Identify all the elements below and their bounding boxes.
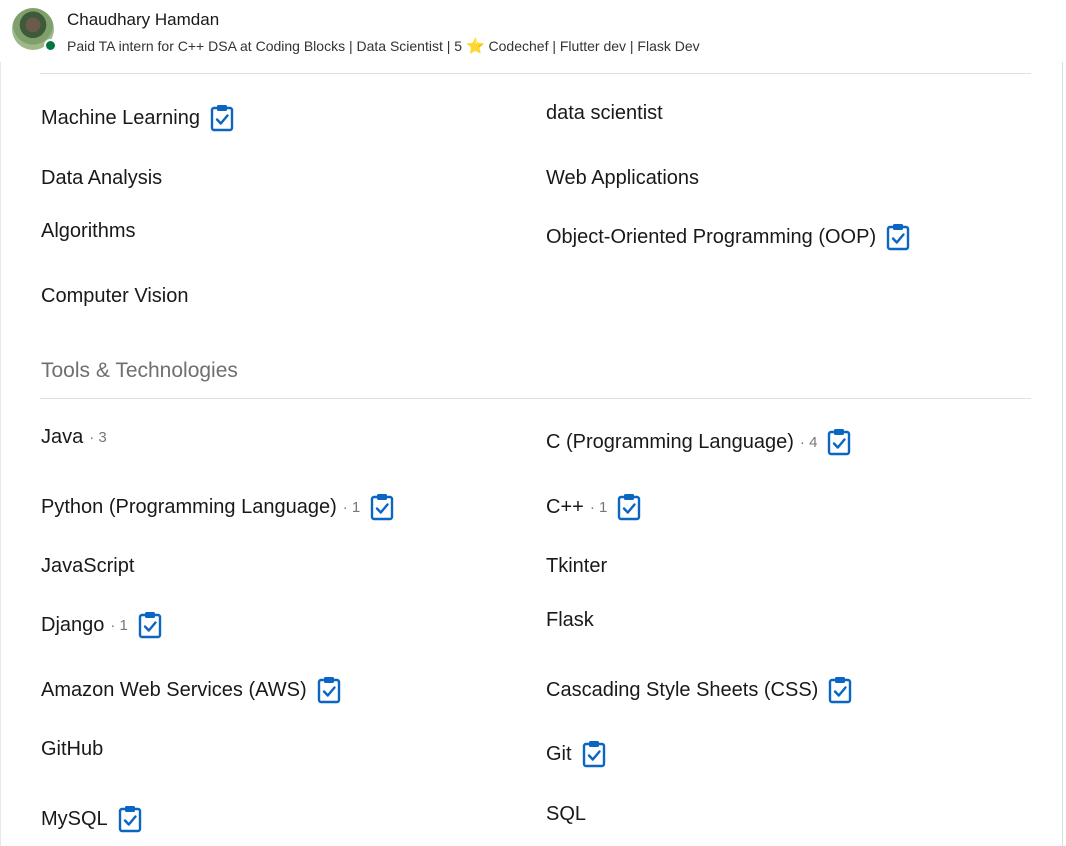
skill-java[interactable]: Java · 3: [41, 426, 107, 449]
endorsement-count: · 1: [110, 616, 128, 634]
skill-javascript[interactable]: JavaScript: [41, 555, 134, 578]
skill-label: Web Applications: [546, 167, 700, 189]
skill-label: Object-Oriented Programming (OOP): [546, 225, 877, 248]
skill-django[interactable]: Django · 1: [41, 611, 162, 639]
skill-computer-vision[interactable]: Computer Vision: [41, 285, 188, 308]
clipboard-check-icon: [138, 611, 162, 639]
skill-label: Algorithms: [41, 220, 136, 242]
skills-card: Machine Learning data scientist Data Ana…: [0, 62, 1063, 846]
endorsement-count: · 1: [342, 498, 361, 516]
skill-github[interactable]: GitHub: [41, 738, 103, 761]
skill-c-language[interactable]: C (Programming Language) · 4: [546, 428, 851, 456]
profile-headline: Paid TA intern for C++ DSA at Coding Blo…: [67, 37, 700, 55]
endorsement-count: · 4: [799, 433, 818, 451]
skill-label: data scientist: [546, 102, 663, 124]
skill-label: JavaScript: [41, 555, 135, 577]
skill-label: SQL: [546, 803, 587, 825]
clipboard-check-icon: [827, 428, 851, 456]
skill-web-applications[interactable]: Web Applications: [546, 167, 699, 190]
clipboard-check-icon: [317, 676, 341, 704]
skill-sql[interactable]: SQL: [546, 803, 586, 826]
headline-text-end: Codechef | Flutter dev | Flask Dev: [488, 38, 700, 54]
clipboard-check-icon: [370, 493, 394, 521]
skill-label: MySQL: [41, 807, 108, 830]
skill-label: C (Programming Language): [546, 430, 794, 453]
star-icon: ⭐: [465, 38, 485, 55]
skill-tkinter[interactable]: Tkinter: [546, 555, 607, 578]
skill-label: Java: [41, 426, 84, 448]
skill-aws[interactable]: Amazon Web Services (AWS): [41, 676, 341, 704]
skill-label: Machine Learning: [41, 106, 200, 129]
profile-name[interactable]: Chaudhary Hamdan: [67, 10, 219, 30]
skill-label: GitHub: [41, 738, 104, 760]
skill-label: Data Analysis: [41, 167, 163, 189]
clipboard-check-icon: [617, 493, 641, 521]
endorsement-count: · 1: [589, 498, 608, 516]
skill-oop[interactable]: Object-Oriented Programming (OOP): [546, 223, 910, 251]
skill-label: Python (Programming Language): [41, 495, 337, 518]
skill-algorithms[interactable]: Algorithms: [41, 220, 135, 243]
skill-label: Flask: [546, 609, 594, 631]
skill-flask[interactable]: Flask: [546, 609, 594, 632]
clipboard-check-icon: [582, 740, 606, 768]
divider: [40, 73, 1031, 74]
skill-mysql[interactable]: MySQL: [41, 805, 142, 833]
profile-sticky-header: Chaudhary Hamdan Paid TA intern for C++ …: [0, 0, 1066, 62]
clipboard-check-icon: [118, 805, 142, 833]
skill-python[interactable]: Python (Programming Language) · 1: [41, 493, 394, 521]
skill-css[interactable]: Cascading Style Sheets (CSS): [546, 676, 852, 704]
section-title-tools: Tools & Technologies: [41, 359, 238, 382]
headline-text-start: Paid TA intern for C++ DSA at Coding Blo…: [67, 38, 463, 54]
skill-data-analysis[interactable]: Data Analysis: [41, 167, 162, 190]
clipboard-check-icon: [886, 223, 910, 251]
divider: [40, 398, 1031, 399]
skill-label: Amazon Web Services (AWS): [41, 678, 307, 701]
skill-label: Cascading Style Sheets (CSS): [546, 678, 819, 701]
skill-data-scientist[interactable]: data scientist: [546, 102, 663, 125]
skill-label: Django: [41, 613, 105, 636]
skill-label: C++: [546, 495, 584, 518]
skill-label: Tkinter: [546, 555, 608, 577]
skill-label: Git: [546, 742, 572, 765]
clipboard-check-icon: [828, 676, 852, 704]
clipboard-check-icon: [210, 104, 234, 132]
skill-label: Computer Vision: [41, 285, 189, 307]
skill-cpp[interactable]: C++ · 1: [546, 493, 641, 521]
skill-machine-learning[interactable]: Machine Learning: [41, 104, 234, 132]
skill-git[interactable]: Git: [546, 740, 606, 768]
online-status-dot: [44, 39, 57, 52]
endorsement-count: · 3: [89, 429, 107, 446]
